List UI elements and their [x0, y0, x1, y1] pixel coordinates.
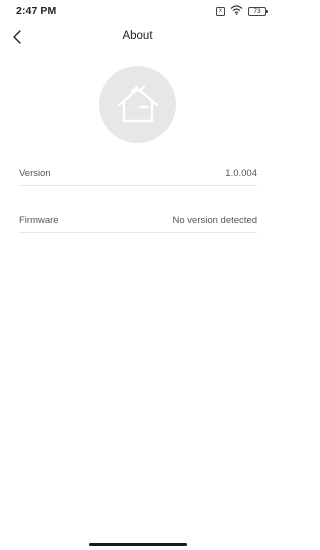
- version-value: 1.0.004: [225, 168, 257, 179]
- firmware-value: No version detected: [172, 215, 258, 226]
- firmware-label: Firmware: [19, 215, 59, 226]
- wifi-icon: [230, 2, 243, 20]
- header-bar: About: [0, 22, 275, 52]
- page-title: About: [122, 30, 153, 42]
- sim-icon: x: [216, 6, 225, 16]
- battery-icon: 73: [248, 6, 268, 16]
- status-icons: x 73: [216, 2, 268, 20]
- version-row: Version 1.0.004: [19, 162, 257, 186]
- status-time: 2:47 PM: [16, 5, 57, 17]
- about-screen: 2:47 PM x 73 About Version 1.0.004 Firmw…: [0, 0, 275, 550]
- home-icon: [117, 85, 158, 122]
- home-indicator[interactable]: [89, 543, 187, 546]
- status-bar: 2:47 PM x 73: [0, 0, 275, 22]
- version-label: Version: [19, 168, 51, 179]
- app-logo: [99, 66, 176, 143]
- firmware-row: Firmware No version detected: [19, 209, 257, 233]
